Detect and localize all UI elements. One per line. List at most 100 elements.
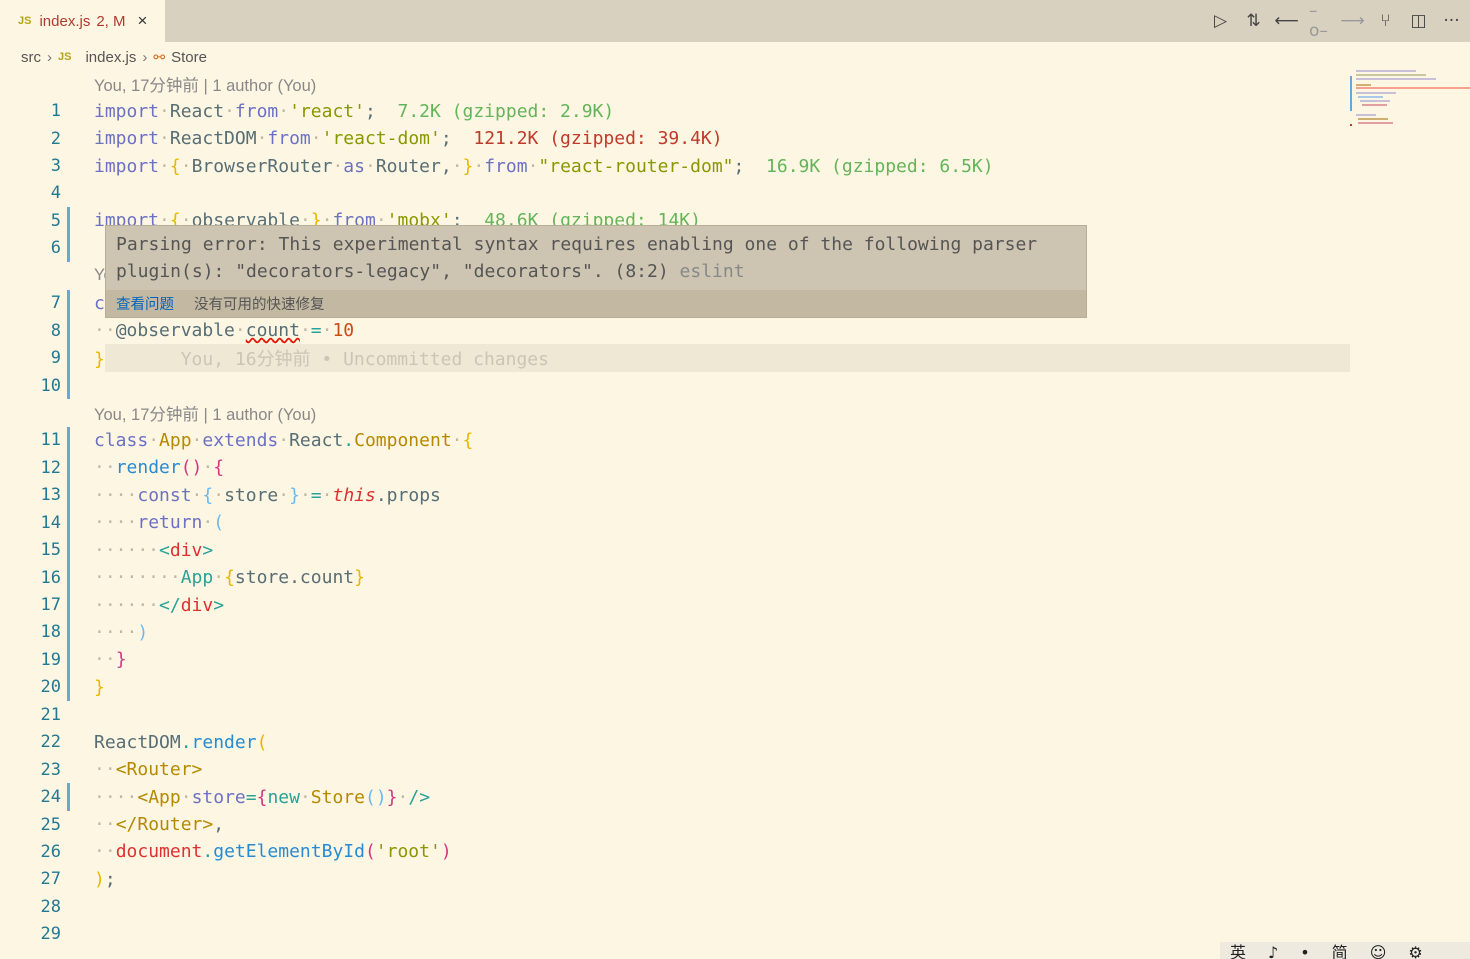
tab-status-badge: 2, M [96,12,126,30]
git-modified-indicator[interactable] [67,646,70,674]
code-token: BrowserRouter [191,155,333,177]
git-modified-indicator[interactable] [67,591,70,619]
git-modified-indicator[interactable] [67,673,70,702]
git-modified-indicator[interactable] [67,344,70,372]
code-token: getElementById [213,841,365,863]
code-token: ···· [94,512,138,534]
ime-button[interactable]: ♪ [1268,942,1278,959]
git-graph-icon[interactable]: ⑂ [1375,11,1396,32]
code-token: ; [364,100,398,122]
close-icon[interactable]: × [138,11,148,31]
code-token: · [473,155,485,177]
code-token: } [354,567,365,589]
git-blame-text[interactable]: You, 17分钟前 | 1 author (You) [94,72,316,96]
code-token: . [180,731,192,753]
line-number: 27 [40,869,61,890]
git-modified-indicator[interactable] [67,509,70,537]
code-text: import·React·from·'react'; 7.2K (gzipped… [94,101,614,122]
code-line: 11 class·App·extends·React.Component·{ [0,426,1350,455]
code-token: 'react' [289,100,365,122]
code-text: ··render()·{ [94,457,224,478]
more-actions-icon[interactable]: ··· [1441,11,1462,32]
chevron-right-icon: › [142,48,148,66]
code-token: React [169,100,225,122]
code-line: 27); [0,866,1350,893]
tab-index-js[interactable]: JS index.js 2, M × [0,0,165,42]
code-token: > [202,539,214,561]
javascript-file-icon: JS [58,51,72,63]
ime-button[interactable]: 英 [1230,942,1246,959]
code-token: 'root' [375,841,441,863]
code-token: { [202,484,214,506]
code-text: ······</div> [94,595,224,616]
code-token: , [213,814,225,836]
code-token: <Router> [115,759,203,781]
code-token: ·· [94,457,116,479]
code-token: ···· [94,786,138,808]
code-text: ··} [94,649,127,670]
run-icon[interactable]: ▷ [1210,11,1231,32]
git-modified-indicator[interactable] [67,481,70,509]
blame-annotation: You, 17分钟前 | 1 author (You) [0,399,1350,426]
git-modified-indicator[interactable] [67,618,70,647]
code-token: 10 [332,320,355,342]
code-token: · [451,155,463,177]
ime-button[interactable]: 简 [1332,942,1348,959]
breadcrumb-folder[interactable]: src [21,49,41,66]
code-token: () [364,786,387,808]
line-number: 28 [40,896,61,917]
class-symbol-icon: ⚯ [153,48,166,65]
line-number: 8 [50,320,61,341]
code-token: import [94,155,160,177]
minimap[interactable] [1350,70,1470,130]
ime-button[interactable]: • [1300,942,1309,959]
code-text: ··</Router>, [94,814,224,835]
code-text: import·ReactDOM·from·'react-dom'; 121.2K… [94,128,723,149]
code-text: ··@observable·count·=·10 [94,320,354,341]
code-text: c [94,293,105,314]
code-token: · [278,484,290,506]
code-token: ·· [94,841,116,863]
code-token: ·· [94,759,116,781]
current-change-icon[interactable]: –o– [1309,1,1330,41]
git-modified-indicator[interactable] [67,371,70,400]
line-number: 23 [40,759,61,780]
git-modified-indicator[interactable] [67,783,70,811]
next-change-icon[interactable]: ⟶ [1340,11,1364,32]
ime-button[interactable]: ⚙ [1408,942,1422,959]
git-modified-indicator[interactable] [67,289,70,317]
code-line: 21 [0,701,1350,728]
code-token: App [159,429,192,451]
split-editor-icon[interactable]: ◫ [1408,11,1429,32]
code-token: Router, [375,155,452,177]
code-editor[interactable]: You, 17分钟前 | 1 author (You) 1 import·React… [0,70,1350,948]
git-blame-text[interactable]: You, 17分钟前 | 1 author (You) [94,401,316,425]
compare-changes-icon[interactable]: ⇅ [1243,11,1264,32]
breadcrumb-file[interactable]: index.js [85,49,136,66]
code-line: 8 ··@observable·count·=·10 [0,316,1350,345]
code-token: ·· [94,320,116,342]
view-problem-link[interactable]: 查看问题 [116,293,174,314]
git-modified-indicator[interactable] [67,454,70,482]
git-modified-indicator[interactable] [67,536,70,564]
git-modified-indicator[interactable] [67,563,70,592]
git-modified-indicator[interactable] [67,316,70,345]
tab-label: index.js [39,12,91,30]
error-source: eslint [679,261,745,282]
code-token: ·· [94,814,116,836]
code-line: 9} You, 16分钟前 • Uncommitted changes [0,344,1350,372]
git-modified-indicator[interactable] [67,234,70,263]
previous-change-icon[interactable]: ⟵ [1274,11,1298,32]
code-line: 13 ····const·{·store·}·=·this.props [0,481,1350,509]
ime-button[interactable]: ☺ [1370,942,1387,959]
code-token: · [202,457,214,479]
git-modified-indicator[interactable] [67,426,70,455]
code-token: ( [364,841,376,863]
git-modified-indicator[interactable] [67,207,70,235]
code-token: 'react-dom' [321,128,441,150]
code-token: ; [733,155,767,177]
code-text: ··<Router> [94,759,202,780]
breadcrumb: src › JS index.js › ⚯ Store [21,46,207,68]
code-token: .props [375,484,441,506]
breadcrumb-symbol[interactable]: Store [171,49,207,66]
